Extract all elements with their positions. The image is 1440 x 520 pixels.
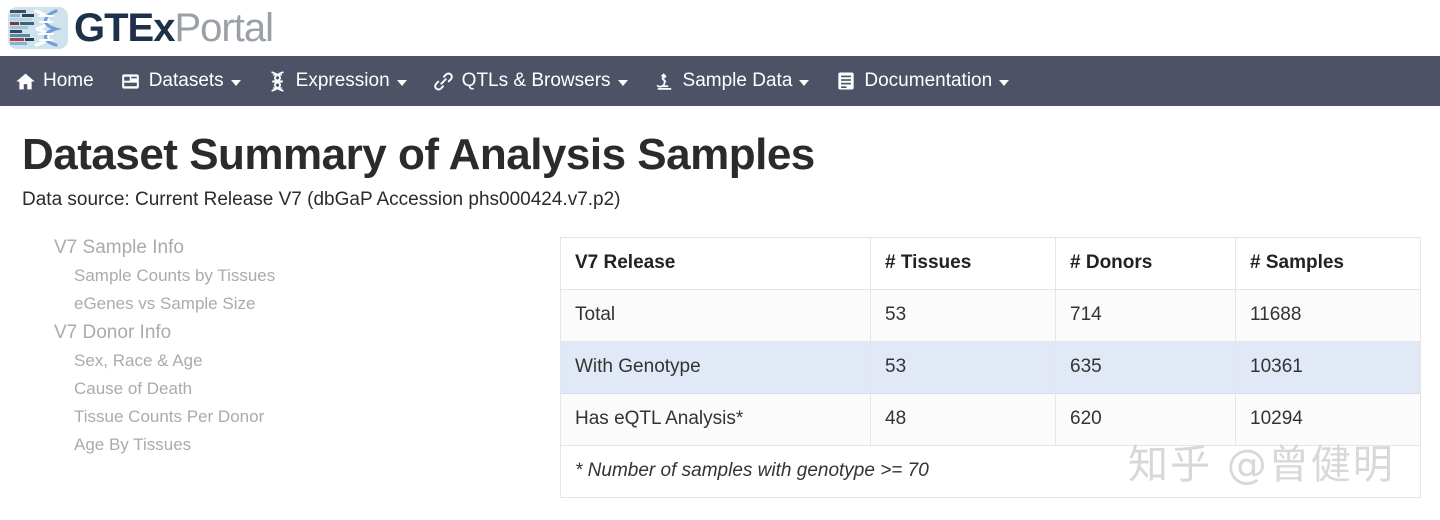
table-row[interactable]: Total 53 714 11688	[560, 288, 1421, 342]
nav-label-expression: Expression	[295, 70, 390, 91]
cell-release-total: Total	[560, 288, 871, 342]
sidebar-item-age-by-tissues[interactable]: Age By Tissues	[54, 435, 560, 455]
column-header-tissues[interactable]: # Tissues	[870, 236, 1056, 290]
page-heading-block: Dataset Summary of Analysis Samples Data…	[0, 106, 1440, 211]
nav-label-documentation: Documentation	[864, 70, 993, 91]
cell-release-with-genotype: With Genotype	[560, 340, 871, 394]
gtex-logo-icon[interactable]	[8, 7, 68, 49]
cell-samples-with-genotype: 10361	[1235, 340, 1421, 394]
cell-tissues-total: 53	[870, 288, 1056, 342]
cell-donors-has-eqtl: 620	[1055, 392, 1236, 446]
sidebar-item-sex-race-age[interactable]: Sex, Race & Age	[54, 351, 560, 371]
sidebar-group-sample-info: V7 Sample Info Sample Counts by Tissues …	[54, 237, 560, 314]
sidebar-group-title-donor-info[interactable]: V7 Donor Info	[54, 322, 560, 344]
table-row[interactable]: Has eQTL Analysis* 48 620 10294	[560, 392, 1421, 446]
cell-donors-with-genotype: 635	[1055, 340, 1236, 394]
book-icon	[835, 70, 857, 92]
nav-item-documentation[interactable]: Documentation	[835, 70, 1010, 92]
site-title[interactable]: GTExPortal	[74, 6, 274, 50]
sidebar-group-title-sample-info[interactable]: V7 Sample Info	[54, 237, 560, 259]
main-navigation: Home Datasets Expression QTLs & Browsers…	[0, 56, 1440, 106]
cell-release-has-eqtl: Has eQTL Analysis*	[560, 392, 871, 446]
nav-item-home[interactable]: Home	[14, 70, 94, 92]
column-header-donors[interactable]: # Donors	[1055, 236, 1236, 290]
cell-samples-total: 11688	[1235, 288, 1421, 342]
table-header-row: V7 Release # Tissues # Donors # Samples	[560, 236, 1421, 290]
sidebar-group-donor-info: V7 Donor Info Sex, Race & Age Cause of D…	[54, 322, 560, 455]
nav-label-sample-data: Sample Data	[682, 70, 793, 91]
chevron-down-icon	[617, 79, 628, 86]
link-chain-icon	[433, 70, 455, 92]
chevron-down-icon	[999, 79, 1010, 86]
home-icon	[14, 70, 36, 92]
cell-samples-has-eqtl: 10294	[1235, 392, 1421, 446]
cell-tissues-with-genotype: 53	[870, 340, 1056, 394]
nav-item-expression[interactable]: Expression	[267, 70, 407, 92]
nav-label-home: Home	[43, 70, 94, 91]
table-body: Total 53 714 11688 With Genotype 53 635 …	[560, 288, 1421, 498]
dna-helix-icon	[267, 70, 289, 92]
chevron-down-icon	[230, 79, 241, 86]
cell-donors-total: 714	[1055, 288, 1236, 342]
dataset-summary-table: V7 Release # Tissues # Donors # Samples …	[560, 236, 1421, 498]
summary-table-container: V7 Release # Tissues # Donors # Samples …	[560, 236, 1440, 498]
section-navigation-sidebar: V7 Sample Info Sample Counts by Tissues …	[0, 237, 560, 498]
sidebar-item-egenes-vs-sample-size[interactable]: eGenes vs Sample Size	[54, 294, 560, 314]
sidebar-item-cause-of-death[interactable]: Cause of Death	[54, 379, 560, 399]
brand-name-primary: GTEx	[74, 6, 175, 50]
nav-item-datasets[interactable]: Datasets	[120, 70, 241, 92]
site-header: GTExPortal	[0, 0, 1440, 56]
column-header-samples[interactable]: # Samples	[1235, 236, 1421, 290]
nav-label-qtls-browsers: QTLs & Browsers	[461, 70, 611, 91]
brand-name-secondary: Portal	[174, 6, 273, 50]
database-table-icon	[120, 70, 142, 92]
sidebar-item-sample-counts-by-tissues[interactable]: Sample Counts by Tissues	[54, 266, 560, 286]
page-title: Dataset Summary of Analysis Samples	[22, 130, 815, 179]
table-header: V7 Release # Tissues # Donors # Samples	[560, 236, 1421, 290]
page-content: V7 Sample Info Sample Counts by Tissues …	[0, 236, 1440, 498]
logo-dna-helix	[34, 9, 62, 47]
nav-label-datasets: Datasets	[148, 70, 224, 91]
table-footnote-row: * Number of samples with genotype >= 70	[560, 444, 1421, 498]
cell-tissues-has-eqtl: 48	[870, 392, 1056, 446]
nav-item-sample-data[interactable]: Sample Data	[654, 70, 810, 92]
nav-item-qtls-browsers[interactable]: QTLs & Browsers	[433, 70, 628, 92]
table-row[interactable]: With Genotype 53 635 10361	[560, 340, 1421, 394]
column-header-release[interactable]: V7 Release	[560, 236, 871, 290]
chevron-down-icon	[396, 79, 407, 86]
table-footnote: * Number of samples with genotype >= 70	[560, 444, 1421, 498]
sidebar-item-tissue-counts-per-donor[interactable]: Tissue Counts Per Donor	[54, 407, 560, 427]
microscope-icon	[654, 70, 676, 92]
page-subtitle: Data source: Current Release V7 (dbGaP A…	[22, 188, 621, 210]
chevron-down-icon	[799, 79, 810, 86]
